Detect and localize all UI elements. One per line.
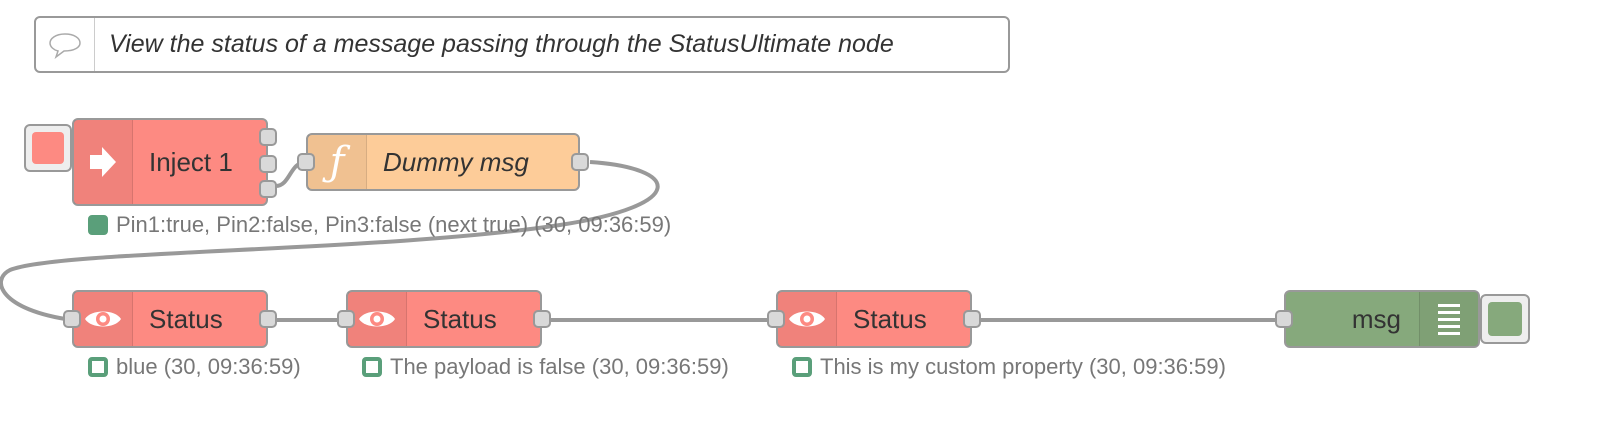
status-node-1-input-port[interactable] xyxy=(63,310,81,328)
function-output-port[interactable] xyxy=(571,153,589,171)
comment-text: View the status of a message passing thr… xyxy=(109,30,894,58)
inject-node-label: Inject 1 xyxy=(149,146,233,177)
status-node-2-output-port[interactable] xyxy=(533,310,551,328)
status-node-3[interactable]: Status xyxy=(767,290,981,348)
function-input-port[interactable] xyxy=(297,153,315,171)
status-node-3-output-port[interactable] xyxy=(963,310,981,328)
status-node-2-status: The payload is false (30, 09:36:59) xyxy=(362,354,729,380)
eye-icon xyxy=(348,292,407,346)
status-dot-icon xyxy=(362,357,382,377)
inject-status: Pin1:true, Pin2:false, Pin3:false (next … xyxy=(88,212,671,238)
function-node-label: Dummy msg xyxy=(383,146,529,177)
eye-icon xyxy=(778,292,837,346)
status-node-3-label: Status xyxy=(853,303,927,334)
debug-node[interactable]: msg xyxy=(1275,290,1480,348)
status-dot-icon xyxy=(792,357,812,377)
status-dot-icon xyxy=(88,357,108,377)
status-node-3-input-port[interactable] xyxy=(767,310,785,328)
debug-list-icon xyxy=(1419,292,1478,346)
status-node-3-status-text: This is my custom property (30, 09:36:59… xyxy=(820,354,1226,379)
status-node-1[interactable]: Status xyxy=(63,290,277,348)
status-node-2-status-text: The payload is false (30, 09:36:59) xyxy=(390,354,729,379)
status-node-2-label: Status xyxy=(423,303,497,334)
function-node[interactable]: ƒ Dummy msg xyxy=(297,133,589,191)
status-node-3-status: This is my custom property (30, 09:36:59… xyxy=(792,354,1226,380)
status-node-1-status: blue (30, 09:36:59) xyxy=(88,354,301,380)
status-node-2-input-port[interactable] xyxy=(337,310,355,328)
inject-output-port-3[interactable] xyxy=(259,180,277,198)
comment-node[interactable]: View the status of a message passing thr… xyxy=(34,16,1010,73)
inject-node[interactable]: Inject 1 xyxy=(72,118,277,206)
function-icon: ƒ xyxy=(308,135,367,189)
speech-bubble-icon xyxy=(36,18,95,71)
inject-status-text: Pin1:true, Pin2:false, Pin3:false (next … xyxy=(116,212,672,237)
eye-icon xyxy=(74,292,133,346)
status-dot-icon xyxy=(88,215,108,235)
status-node-1-label: Status xyxy=(149,303,223,334)
inject-output-port-2[interactable] xyxy=(259,155,277,173)
inject-trigger-button[interactable] xyxy=(24,124,72,172)
status-node-1-status-text: blue (30, 09:36:59) xyxy=(116,354,301,379)
inject-arrow-icon xyxy=(74,120,133,204)
debug-toggle-button[interactable] xyxy=(1480,294,1530,344)
debug-node-label: msg xyxy=(1351,303,1401,334)
status-node-1-output-port[interactable] xyxy=(259,310,277,328)
status-node-2[interactable]: Status xyxy=(337,290,551,348)
inject-output-port-1[interactable] xyxy=(259,128,277,146)
debug-input-port[interactable] xyxy=(1275,310,1293,328)
